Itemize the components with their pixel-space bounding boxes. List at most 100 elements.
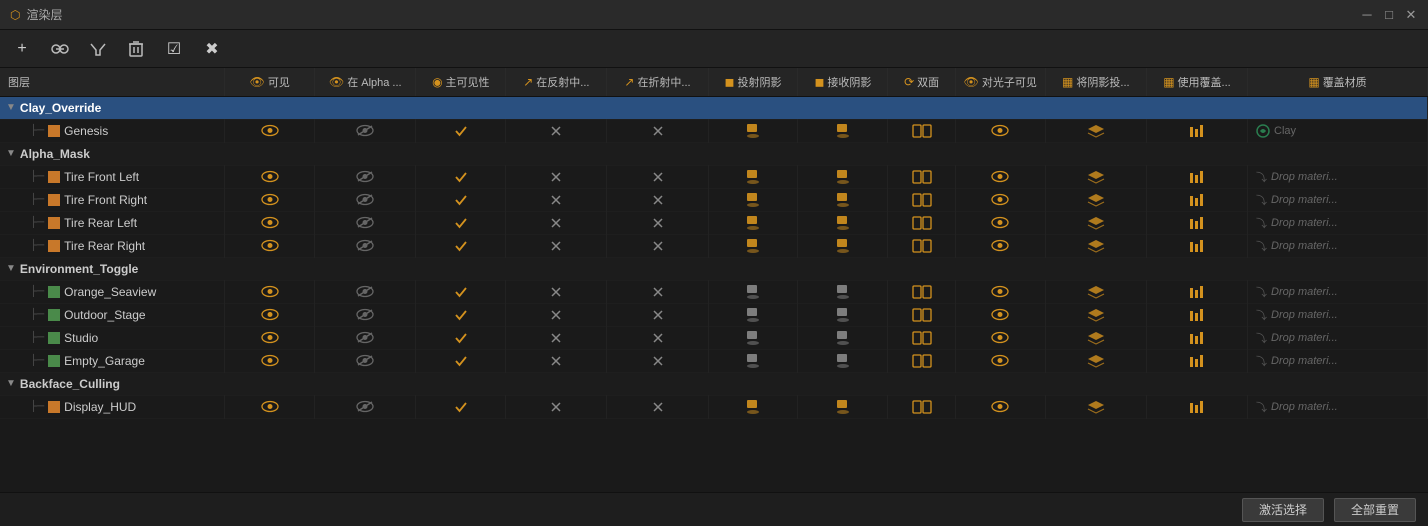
cell-visible[interactable] xyxy=(225,211,315,234)
cell-photovis[interactable] xyxy=(955,119,1045,142)
cell-photovis[interactable] xyxy=(955,165,1045,188)
reset-all-button[interactable]: 全部重置 xyxy=(1334,498,1416,522)
cell-alpha[interactable] xyxy=(315,395,416,418)
cell-refr[interactable] xyxy=(607,188,708,211)
cell-mainvis[interactable] xyxy=(416,395,506,418)
cell-mainvis[interactable] xyxy=(416,234,506,257)
cell-name[interactable]: ├─ Tire Rear Left xyxy=(0,211,225,234)
cell-alpha[interactable] xyxy=(315,188,416,211)
cell-recvshadow[interactable] xyxy=(798,119,888,142)
cell-alpha[interactable] xyxy=(315,303,416,326)
cell-usecover[interactable] xyxy=(1146,326,1247,349)
cell-mainvis[interactable] xyxy=(416,326,506,349)
table-row[interactable]: ├─ Tire Front Left ⤵ Drop materi... xyxy=(0,165,1428,188)
table-row[interactable]: ├─ Orange_Seaview ⤵ Drop materi... xyxy=(0,280,1428,303)
cell-recvshadow[interactable] xyxy=(798,280,888,303)
cell-usecover[interactable] xyxy=(1146,188,1247,211)
cell-twosided[interactable] xyxy=(888,395,955,418)
cell-refl[interactable] xyxy=(506,326,607,349)
cell-visible[interactable] xyxy=(225,326,315,349)
section-cell[interactable]: ▼ Alpha_Mask xyxy=(0,142,1428,165)
cell-mainvis[interactable] xyxy=(416,188,506,211)
cell-recvshadow[interactable] xyxy=(798,211,888,234)
cell-shadowpass[interactable] xyxy=(1045,349,1146,372)
cell-mainvis[interactable] xyxy=(416,280,506,303)
cell-covermaterial[interactable]: ⤵ Drop materi... xyxy=(1248,280,1428,303)
cell-shadowpass[interactable] xyxy=(1045,326,1146,349)
cell-shadowpass[interactable] xyxy=(1045,234,1146,257)
table-row[interactable]: ├─ Tire Rear Left ⤵ Drop materi... xyxy=(0,211,1428,234)
cell-castshadow[interactable] xyxy=(708,119,798,142)
cell-castshadow[interactable] xyxy=(708,326,798,349)
cell-castshadow[interactable] xyxy=(708,303,798,326)
cell-photovis[interactable] xyxy=(955,349,1045,372)
cell-refl[interactable] xyxy=(506,349,607,372)
cell-covermaterial[interactable]: ⤵ Drop materi... xyxy=(1248,395,1428,418)
section-row[interactable]: ▼ Environment_Toggle xyxy=(0,257,1428,280)
cell-recvshadow[interactable] xyxy=(798,395,888,418)
section-cell[interactable]: ▼ Environment_Toggle xyxy=(0,257,1428,280)
cell-alpha[interactable] xyxy=(315,234,416,257)
cell-shadowpass[interactable] xyxy=(1045,211,1146,234)
cell-castshadow[interactable] xyxy=(708,165,798,188)
cell-twosided[interactable] xyxy=(888,280,955,303)
cell-covermaterial[interactable]: ⤵ Drop materi... xyxy=(1248,234,1428,257)
delete-button[interactable] xyxy=(122,35,150,63)
cell-twosided[interactable] xyxy=(888,349,955,372)
cell-mainvis[interactable] xyxy=(416,303,506,326)
cell-shadowpass[interactable] xyxy=(1045,303,1146,326)
cell-refr[interactable] xyxy=(607,326,708,349)
cell-covermaterial[interactable]: ⤵ Drop materi... xyxy=(1248,211,1428,234)
collapse-arrow[interactable]: ▼ xyxy=(6,263,16,274)
cell-usecover[interactable] xyxy=(1146,234,1247,257)
cell-name[interactable]: ├─ Tire Front Left xyxy=(0,165,225,188)
cell-name[interactable]: ├─ Genesis xyxy=(0,119,225,142)
cell-twosided[interactable] xyxy=(888,165,955,188)
cell-photovis[interactable] xyxy=(955,188,1045,211)
cell-photovis[interactable] xyxy=(955,234,1045,257)
cell-castshadow[interactable] xyxy=(708,234,798,257)
cell-name[interactable]: ├─ Display_HUD xyxy=(0,395,225,418)
add-layer-button[interactable]: + xyxy=(8,35,36,63)
cell-refr[interactable] xyxy=(607,234,708,257)
cell-twosided[interactable] xyxy=(888,326,955,349)
cell-refr[interactable] xyxy=(607,119,708,142)
cell-refl[interactable] xyxy=(506,303,607,326)
cell-recvshadow[interactable] xyxy=(798,349,888,372)
cell-refl[interactable] xyxy=(506,395,607,418)
cell-visible[interactable] xyxy=(225,303,315,326)
section-row[interactable]: ▼ Clay_Override xyxy=(0,96,1428,119)
cell-shadowpass[interactable] xyxy=(1045,188,1146,211)
cell-alpha[interactable] xyxy=(315,211,416,234)
table-row[interactable]: ├─ Tire Front Right ⤵ Drop materi... xyxy=(0,188,1428,211)
cell-recvshadow[interactable] xyxy=(798,234,888,257)
cell-photovis[interactable] xyxy=(955,211,1045,234)
cell-name[interactable]: ├─ Orange_Seaview xyxy=(0,280,225,303)
cell-usecover[interactable] xyxy=(1146,303,1247,326)
cell-recvshadow[interactable] xyxy=(798,303,888,326)
table-row[interactable]: ├─ Studio ⤵ Drop materi... xyxy=(0,326,1428,349)
cell-mainvis[interactable] xyxy=(416,211,506,234)
activate-selection-button[interactable]: 激活选择 xyxy=(1242,498,1324,522)
cell-shadowpass[interactable] xyxy=(1045,119,1146,142)
table-row[interactable]: ├─ Tire Rear Right ⤵ Drop materi... xyxy=(0,234,1428,257)
cell-refl[interactable] xyxy=(506,119,607,142)
cell-shadowpass[interactable] xyxy=(1045,395,1146,418)
cell-mainvis[interactable] xyxy=(416,349,506,372)
cell-twosided[interactable] xyxy=(888,188,955,211)
filter-button[interactable] xyxy=(84,35,112,63)
table-row[interactable]: ├─ Display_HUD ⤵ Drop materi... xyxy=(0,395,1428,418)
cell-alpha[interactable] xyxy=(315,349,416,372)
minimize-button[interactable]: ─ xyxy=(1360,8,1374,22)
uncheck-button[interactable]: ✖ xyxy=(198,35,226,63)
cell-covermaterial[interactable]: Clay xyxy=(1248,119,1428,142)
cell-twosided[interactable] xyxy=(888,119,955,142)
cell-visible[interactable] xyxy=(225,395,315,418)
table-row[interactable]: ├─ Genesis Clay xyxy=(0,119,1428,142)
cell-visible[interactable] xyxy=(225,188,315,211)
cell-refr[interactable] xyxy=(607,395,708,418)
cell-visible[interactable] xyxy=(225,119,315,142)
section-cell[interactable]: ▼ Backface_Culling xyxy=(0,372,1428,395)
collapse-arrow[interactable]: ▼ xyxy=(6,102,16,113)
section-row[interactable]: ▼ Backface_Culling xyxy=(0,372,1428,395)
